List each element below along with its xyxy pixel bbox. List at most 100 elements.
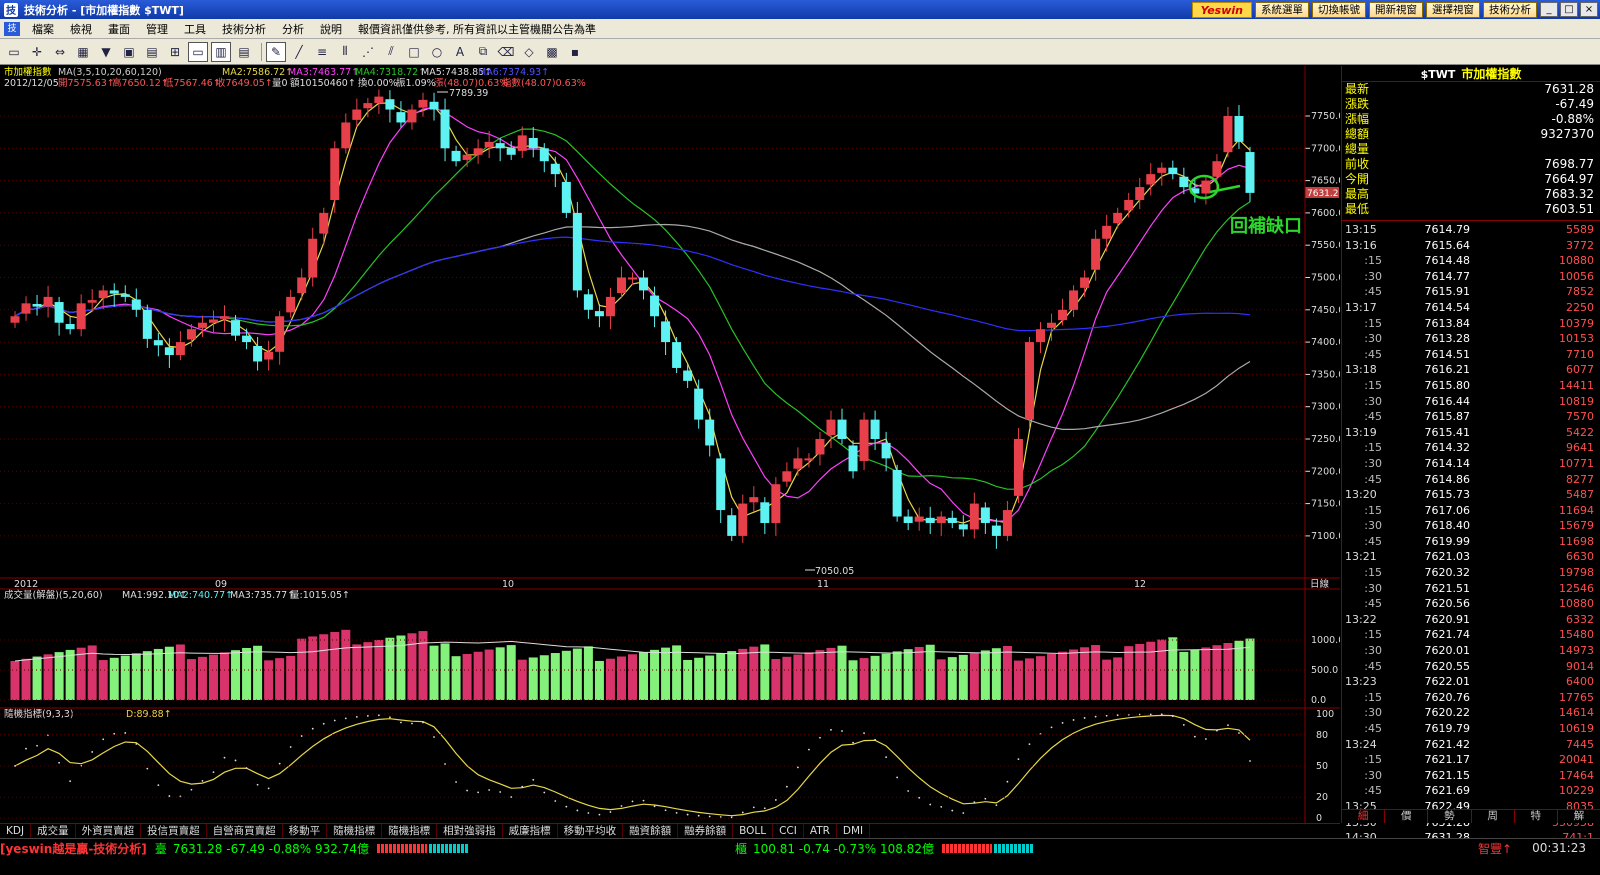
indicator-tab[interactable]: 融券餘額: [678, 824, 734, 838]
menu-manage[interactable]: 管理: [138, 21, 176, 37]
tick-row[interactable]: :30 7614.14 10771: [1342, 456, 1600, 472]
quote-tab-price[interactable]: 價: [1385, 810, 1429, 823]
tick-row[interactable]: :30 7620.22 14614: [1342, 705, 1600, 721]
clear-icon[interactable]: ◇: [519, 42, 539, 62]
layout-icon[interactable]: ▦: [73, 42, 93, 62]
tick-row[interactable]: 13:23 7622.01 6400: [1342, 674, 1600, 690]
tick-row[interactable]: 13:21 7621.03 6630: [1342, 549, 1600, 565]
indicator-tab[interactable]: 威廉指標: [503, 824, 558, 838]
tick-row[interactable]: 13:17 7614.54 2250: [1342, 300, 1600, 316]
tick-row[interactable]: :30 7614.77 10056: [1342, 269, 1600, 285]
tick-row[interactable]: :30 7618.40 15679: [1342, 518, 1600, 534]
candle-icon[interactable]: ▣: [119, 42, 139, 62]
ellipse-tool-icon[interactable]: ○: [427, 42, 447, 62]
indicator-tab[interactable]: 投信買賣超: [141, 824, 207, 838]
tick-row[interactable]: 13:16 7615.64 3772: [1342, 238, 1600, 254]
kline-chart-svg[interactable]: 7750.0 7700.0 7650.0 7600.0 7550.0 7500.0 7450…: [0, 66, 1344, 824]
quote-tab-detail[interactable]: 細: [1342, 810, 1386, 823]
indicator-tab[interactable]: 相對強弱指: [437, 824, 503, 838]
menu-file[interactable]: 檔案: [24, 21, 62, 37]
indicator-tab[interactable]: 移動平: [283, 824, 328, 838]
select-window-button[interactable]: 選擇視窗: [1426, 1, 1480, 18]
vline-tool-icon[interactable]: ⦀: [335, 42, 355, 62]
tick-row[interactable]: :15 7621.74 15480: [1342, 627, 1600, 643]
channel-tool-icon[interactable]: ⫽: [381, 42, 401, 62]
line-tool-icon[interactable]: ╱: [289, 42, 309, 62]
text-tool-icon[interactable]: A: [450, 42, 470, 62]
switch-account-button[interactable]: 切換帳號: [1312, 1, 1366, 18]
brand-logo[interactable]: Yeswin: [1191, 1, 1252, 18]
menu-view[interactable]: 檢視: [62, 21, 100, 37]
tick-row[interactable]: :45 7614.86 8277: [1342, 472, 1600, 488]
window-list-icon[interactable]: ▤: [234, 42, 254, 62]
fan-tool-icon[interactable]: ⋰: [358, 42, 378, 62]
menu-tools[interactable]: 工具: [176, 21, 214, 37]
tick-row[interactable]: :30 7616.44 10819: [1342, 394, 1600, 410]
tick-row[interactable]: 13:18 7616.21 6077: [1342, 362, 1600, 378]
window-single-icon[interactable]: ▭: [188, 41, 208, 62]
tick-row[interactable]: :45 7620.56 10880: [1342, 596, 1600, 612]
tick-row[interactable]: :30 7621.15 17464: [1342, 768, 1600, 784]
move-icon[interactable]: ⇔: [50, 42, 70, 62]
rect-tool-icon[interactable]: □: [404, 42, 424, 62]
tick-row[interactable]: :15 7620.32 19798: [1342, 565, 1600, 581]
tick-row[interactable]: :30 7621.51 12546: [1342, 581, 1600, 597]
eraser-icon[interactable]: ⌫: [496, 42, 516, 62]
new-window-button[interactable]: 開新視窗: [1369, 1, 1423, 18]
tick-row[interactable]: 13:20 7615.73 5487: [1342, 487, 1600, 503]
tick-row[interactable]: :15 7614.32 9641: [1342, 440, 1600, 456]
indicator-tab[interactable]: ATR: [804, 824, 837, 838]
copy-icon[interactable]: ⧉: [473, 42, 493, 62]
crosshair-icon[interactable]: ✛: [27, 42, 47, 62]
quote-tab-trend[interactable]: 勢: [1428, 810, 1472, 823]
tick-row[interactable]: :45 7614.51 7710: [1342, 347, 1600, 363]
technical-analysis-button[interactable]: 技術分析: [1483, 1, 1537, 18]
indicator-tab[interactable]: 移動平均收: [558, 824, 624, 838]
tick-row[interactable]: :30 7620.01 14973: [1342, 643, 1600, 659]
tick-row[interactable]: 13:22 7620.91 6332: [1342, 612, 1600, 628]
tick-row[interactable]: :15 7621.17 20041: [1342, 752, 1600, 768]
indicator-tab[interactable]: BOLL: [733, 824, 774, 838]
tick-list[interactable]: 13:15 7614.79 5589 13:16 7615.64 3772:15 7614.…: [1342, 222, 1600, 846]
document-icon[interactable]: 技: [4, 21, 20, 36]
tick-row[interactable]: 13:19 7615.41 5422: [1342, 425, 1600, 441]
period-icon[interactable]: ▤: [142, 42, 162, 62]
indicator-tab[interactable]: 融資餘額: [623, 824, 679, 838]
maximize-button[interactable]: □: [1560, 2, 1578, 17]
quote-tab-analysis[interactable]: 解: [1558, 810, 1600, 823]
zoom-in-icon[interactable]: ▭: [4, 42, 24, 62]
tick-row[interactable]: 13:24 7621.42 7445: [1342, 737, 1600, 753]
tick-row[interactable]: :45 7615.87 7570: [1342, 409, 1600, 425]
system-menu-button[interactable]: 系統選單: [1255, 1, 1309, 18]
close-button[interactable]: ×: [1580, 2, 1598, 17]
tick-row[interactable]: :15 7620.76 17765: [1342, 690, 1600, 706]
tick-row[interactable]: :45 7619.79 10619: [1342, 721, 1600, 737]
status-brand[interactable]: [yeswin越是贏-技術分析]: [0, 840, 147, 857]
indicator-tab[interactable]: CCI: [773, 824, 804, 838]
tick-row[interactable]: 13:15 7614.79 5589: [1342, 222, 1600, 238]
tick-row[interactable]: :45 7620.55 9014: [1342, 659, 1600, 675]
compare-icon[interactable]: ⊞: [165, 42, 185, 62]
tick-row[interactable]: :45 7621.69 10229: [1342, 783, 1600, 799]
quote-tab-week[interactable]: 周: [1472, 810, 1515, 823]
indicator-tab[interactable]: 隨機指標: [382, 824, 438, 838]
tick-row[interactable]: :15 7614.48 10880: [1342, 253, 1600, 269]
tick-row[interactable]: :15 7613.84 10379: [1342, 316, 1600, 332]
indicator-tab[interactable]: KDJ: [0, 824, 32, 838]
color-palette-icon[interactable]: ▩: [542, 42, 562, 62]
window-split-icon[interactable]: ▥: [211, 41, 231, 62]
minimize-button[interactable]: _: [1540, 2, 1558, 17]
indicator-tab[interactable]: DMI: [837, 824, 871, 838]
indicator-tab[interactable]: 自營商買賣超: [207, 824, 283, 838]
indicator-tab[interactable]: 隨機指標: [327, 824, 383, 838]
chart-type-icon[interactable]: ▼: [96, 42, 116, 62]
indicator-tab[interactable]: 成交量: [31, 824, 76, 838]
menu-help[interactable]: 說明: [312, 21, 350, 37]
draw-tool-icon[interactable]: ✎: [266, 41, 286, 62]
tick-row[interactable]: :15 7617.06 11694: [1342, 503, 1600, 519]
save-icon[interactable]: ▪: [565, 42, 585, 62]
tick-row[interactable]: :45 7615.91 7852: [1342, 284, 1600, 300]
tick-row[interactable]: :45 7619.99 11698: [1342, 534, 1600, 550]
indicator-tab[interactable]: 外資買賣超: [76, 824, 142, 838]
quote-tab-special[interactable]: 特: [1515, 810, 1558, 823]
